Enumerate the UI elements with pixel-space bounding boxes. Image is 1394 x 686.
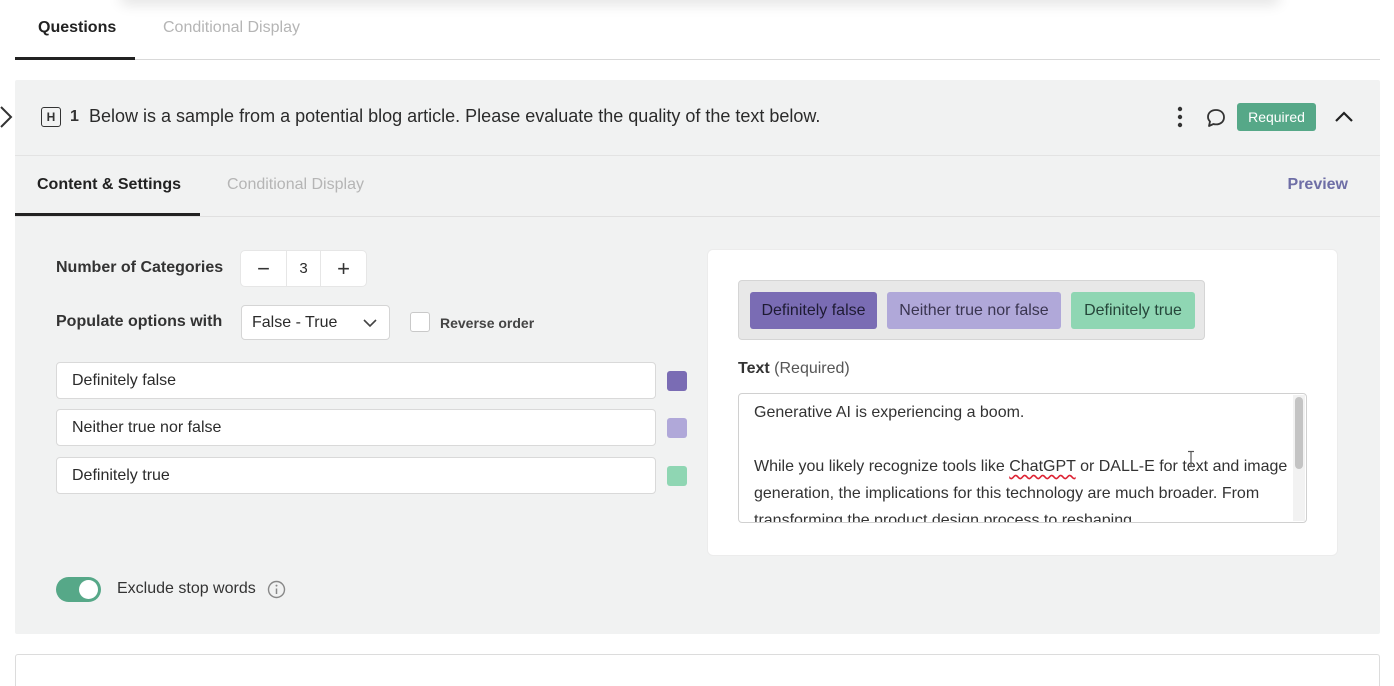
misspelled-word: ChatGPT [1009,458,1076,475]
scrollbar-thumb[interactable] [1295,397,1303,469]
required-badge[interactable]: Required [1237,103,1316,131]
option-color-swatch-2[interactable] [667,418,687,438]
text-required-note: (Required) [774,360,850,377]
preview-panel: Definitely false Neither true nor false … [707,249,1338,556]
more-options-icon[interactable] [1173,105,1187,129]
populate-options-label: Populate options with [56,313,223,330]
category-chip-1[interactable]: Definitely false [750,292,877,329]
text-line-2-pre: While you likely recognize tools like [754,458,1010,475]
comment-icon[interactable] [1205,107,1227,129]
exclude-stop-words-toggle[interactable] [56,577,101,602]
decrement-button[interactable]: − [241,251,286,286]
text-cursor-icon [1188,450,1194,468]
tab-inner-conditional-display[interactable]: Conditional Display [227,176,364,194]
tab-conditional-display[interactable]: Conditional Display [163,19,300,37]
active-tab-indicator [15,57,135,60]
info-icon[interactable] [267,580,286,599]
drag-handle-icon[interactable] [0,104,19,130]
populate-options-select[interactable]: False - True [241,305,390,340]
heading-type-icon: H [41,107,61,127]
option-color-swatch-3[interactable] [667,466,687,486]
text-area-content[interactable]: Generative AI is experiencing a boom. Wh… [754,399,1289,522]
category-chips: Definitely false Neither true nor false … [738,280,1205,340]
num-categories-value[interactable]: 3 [286,251,321,286]
category-chip-2[interactable]: Neither true nor false [887,292,1061,329]
inner-active-tab-indicator [15,213,200,216]
exclude-stop-words-label: Exclude stop words [117,580,256,597]
increment-button[interactable]: + [321,251,366,286]
tab-content-settings[interactable]: Content & Settings [37,176,181,194]
option-input-3[interactable]: Definitely true [56,457,656,494]
reverse-order-label: Reverse order [440,315,535,331]
question-card: H 1 Below is a sample from a potential b… [0,80,1380,634]
option-color-swatch-1[interactable] [667,371,687,391]
preview-button[interactable]: Preview [1288,176,1348,194]
top-tab-bar: Questions Conditional Display [15,0,1380,60]
option-input-2[interactable]: Neither true nor false [56,409,656,446]
chevron-down-icon [363,319,377,328]
option-input-1[interactable]: Definitely false [56,362,656,399]
populate-options-value: False - True [252,314,338,331]
question-title[interactable]: Below is a sample from a potential blog … [89,106,820,127]
question-header[interactable]: H 1 Below is a sample from a potential b… [0,80,1380,156]
reverse-order-checkbox[interactable] [410,312,430,332]
category-chip-3[interactable]: Definitely true [1071,292,1195,329]
chevron-up-icon[interactable] [1333,106,1355,128]
question-number: 1 [70,108,79,125]
next-question-card[interactable] [15,654,1380,686]
num-categories-label: Number of Categories [56,259,224,276]
num-categories-stepper: − 3 + [240,250,367,287]
toggle-knob [79,580,98,599]
text-area-scrollbar[interactable] [1293,395,1305,521]
text-area[interactable]: Generative AI is experiencing a boom. Wh… [738,393,1307,523]
inner-tab-bar: Content & Settings Conditional Display P… [15,157,1380,217]
text-label: Text [738,360,770,377]
text-line-1: Generative AI is experiencing a boom. [754,404,1025,421]
text-field-label: Text (Required) [738,360,850,378]
tab-questions[interactable]: Questions [38,19,116,37]
